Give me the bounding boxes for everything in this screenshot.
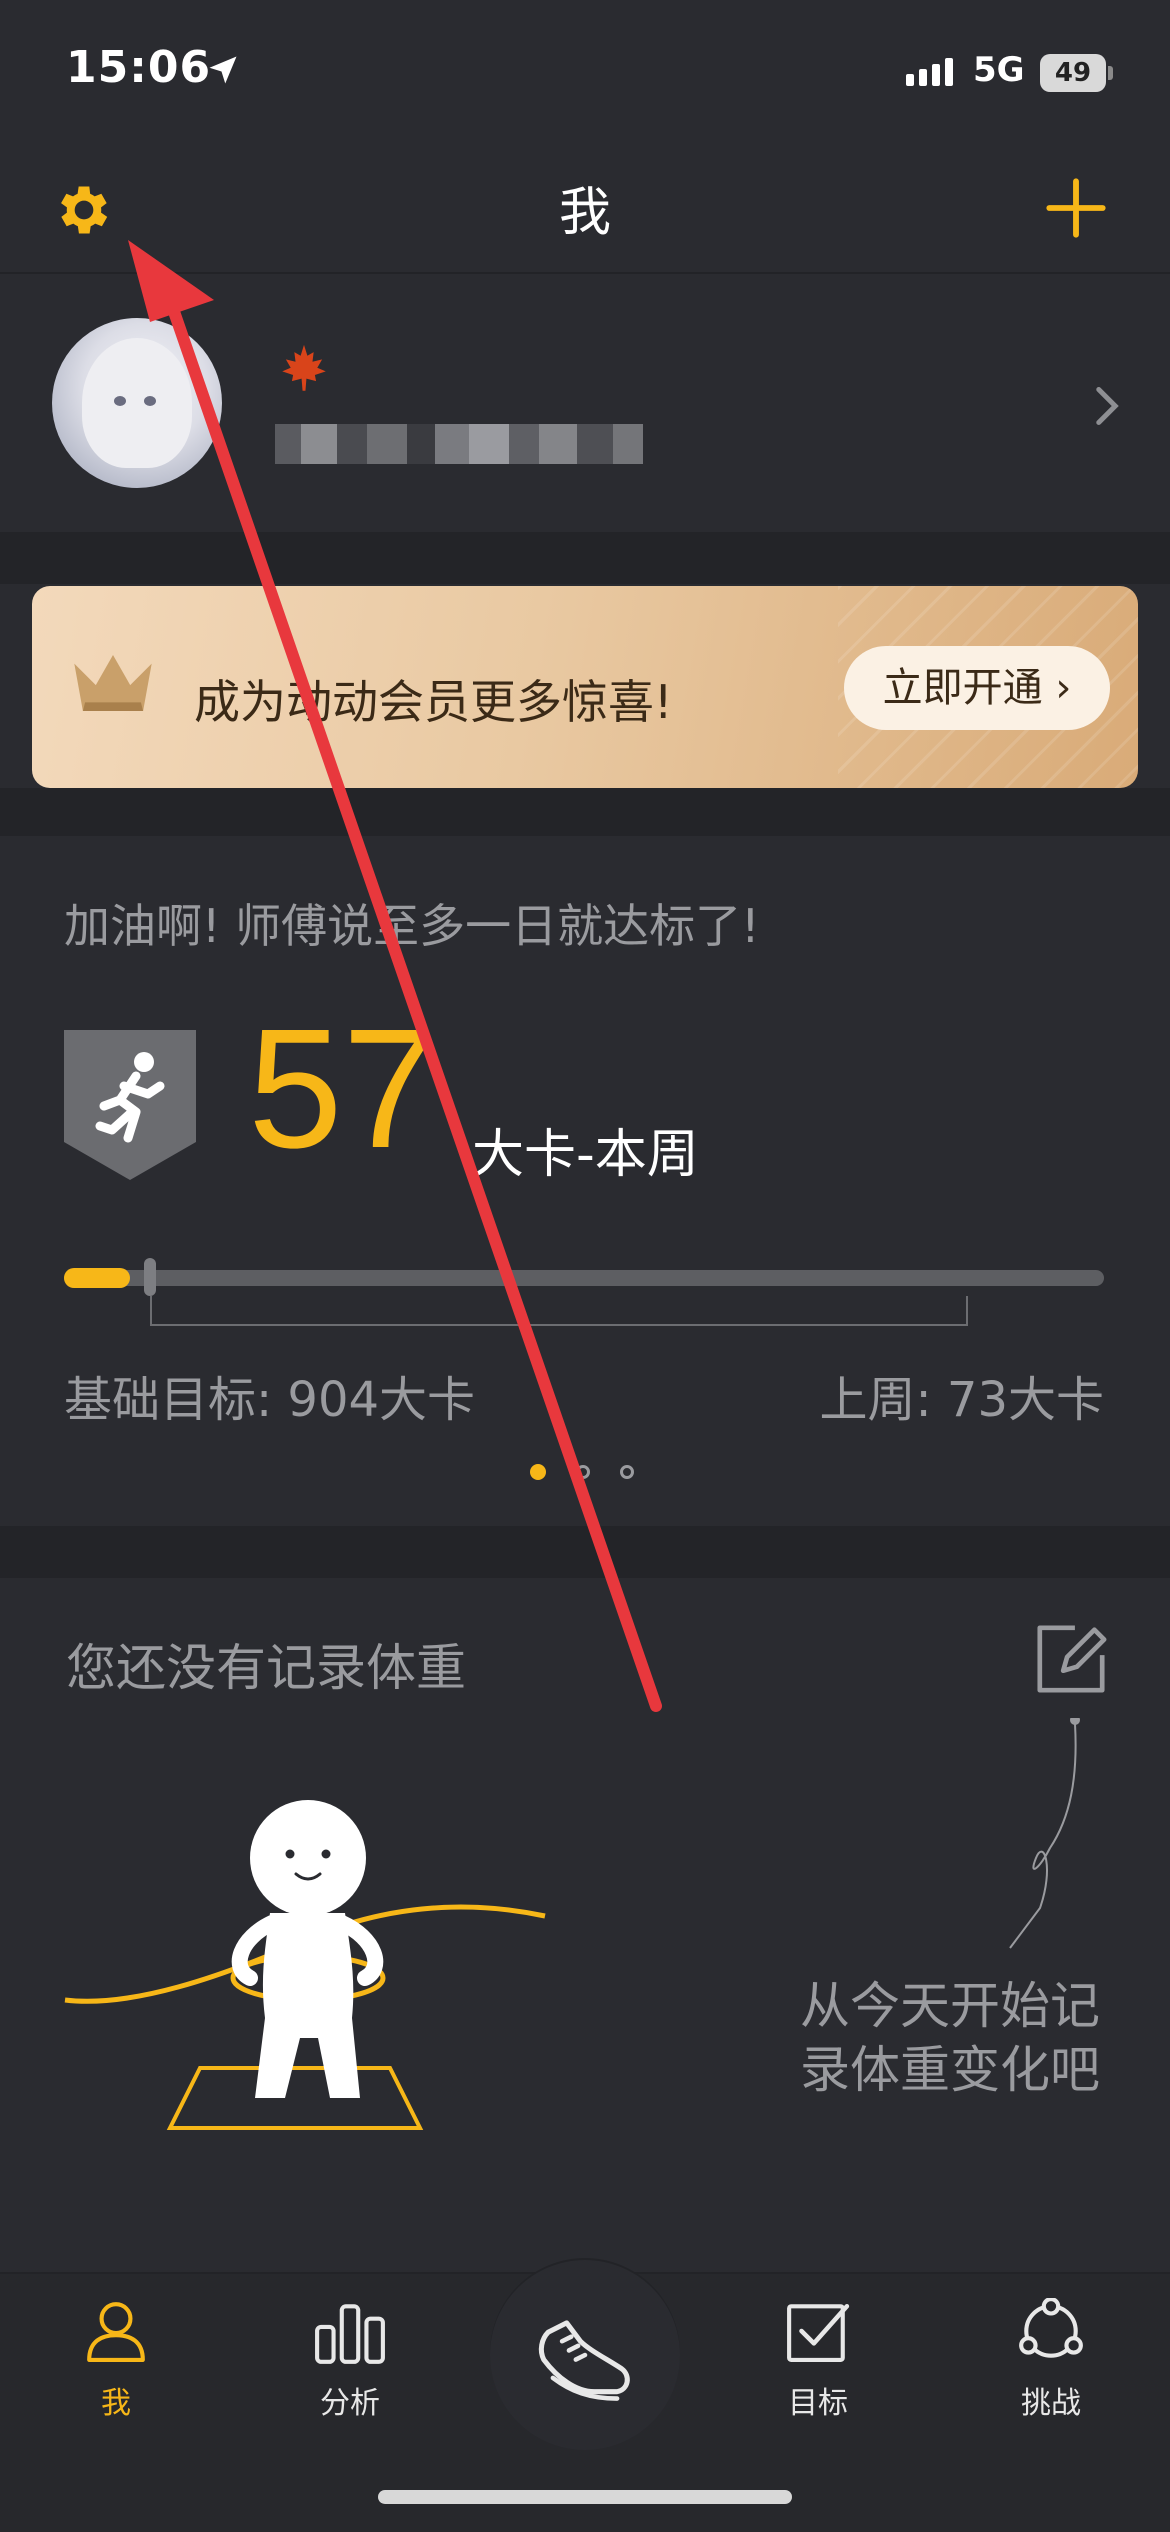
vip-promo-text: 成为动动会员更多惊喜! — [194, 675, 673, 729]
tab-label: 挑战 — [1021, 2386, 1081, 2421]
running-badge-icon — [64, 1030, 196, 1180]
tab-label: 目标 — [788, 2386, 848, 2421]
calories-value: 57 — [248, 994, 438, 1184]
bar-chart-icon — [315, 2304, 385, 2364]
section-separator — [0, 788, 1170, 836]
battery-icon: 49 — [1040, 54, 1106, 92]
progress-track — [64, 1270, 1104, 1286]
tab-analysis[interactable]: 分析 — [270, 2298, 430, 2422]
tab-goal[interactable]: 目标 — [738, 2298, 898, 2422]
battery-tip — [1108, 66, 1113, 80]
hula-hoop-figure-illustration — [64, 1800, 546, 2130]
edit-icon[interactable] — [1032, 1620, 1110, 1698]
tab-label: 分析 — [320, 2386, 380, 2421]
decorative-line — [1009, 1718, 1080, 1949]
base-goal-label: 基础目标: 904大卡 — [64, 1372, 476, 1428]
page-dot[interactable] — [620, 1465, 634, 1479]
progress-fill — [64, 1268, 130, 1288]
vip-open-button[interactable]: 立即开通 › — [844, 646, 1110, 730]
encouragement-text: 加油啊! 师傅说至多一日就达标了! — [64, 899, 760, 953]
avatar[interactable] — [52, 318, 222, 488]
running-shoe-icon — [538, 2320, 630, 2401]
tab-challenge[interactable]: 挑战 — [971, 2298, 1131, 2422]
location-arrow-icon — [209, 56, 237, 84]
chevron-right-icon[interactable] — [1090, 384, 1124, 428]
progress-bracket — [150, 1296, 968, 1326]
calories-unit: 大卡-本周 — [472, 1125, 699, 1185]
nav-divider — [0, 272, 1170, 274]
person-icon — [87, 2302, 145, 2362]
page-dot[interactable] — [530, 1464, 546, 1480]
avatar-hair — [82, 338, 192, 468]
tab-run[interactable] — [505, 2300, 665, 2410]
section-separator — [0, 532, 1170, 584]
vip-banner[interactable]: 成为动动会员更多惊喜! 立即开通 › — [32, 586, 1138, 788]
weight-hint-text: 从今天开始记录体重变化吧 — [800, 1977, 1100, 2099]
tab-label: 我 — [101, 2386, 131, 2421]
add-icon[interactable] — [1044, 176, 1108, 240]
tab-me[interactable]: 我 — [36, 2298, 196, 2422]
last-week-marker — [144, 1258, 156, 1296]
page-dot[interactable] — [576, 1465, 590, 1479]
home-indicator — [378, 2490, 792, 2504]
status-time: 15:06 — [66, 42, 212, 93]
last-week-label: 上周: 73大卡 — [819, 1372, 1104, 1428]
crown-icon — [74, 655, 152, 711]
network-type: 5G — [973, 50, 1025, 90]
group-icon — [1019, 2298, 1083, 2358]
section-separator — [0, 1526, 1170, 1578]
maple-leaf-icon — [282, 344, 326, 391]
signal-strength-icon — [906, 58, 953, 86]
username-blurred — [275, 424, 655, 468]
weight-empty-title: 您还没有记录体重 — [66, 1639, 466, 1697]
page-title: 我 — [558, 183, 611, 243]
avatar-eye — [114, 396, 126, 406]
checkbox-icon — [787, 2303, 850, 2362]
page-indicator[interactable] — [530, 1464, 634, 1480]
avatar-eye — [144, 396, 156, 406]
